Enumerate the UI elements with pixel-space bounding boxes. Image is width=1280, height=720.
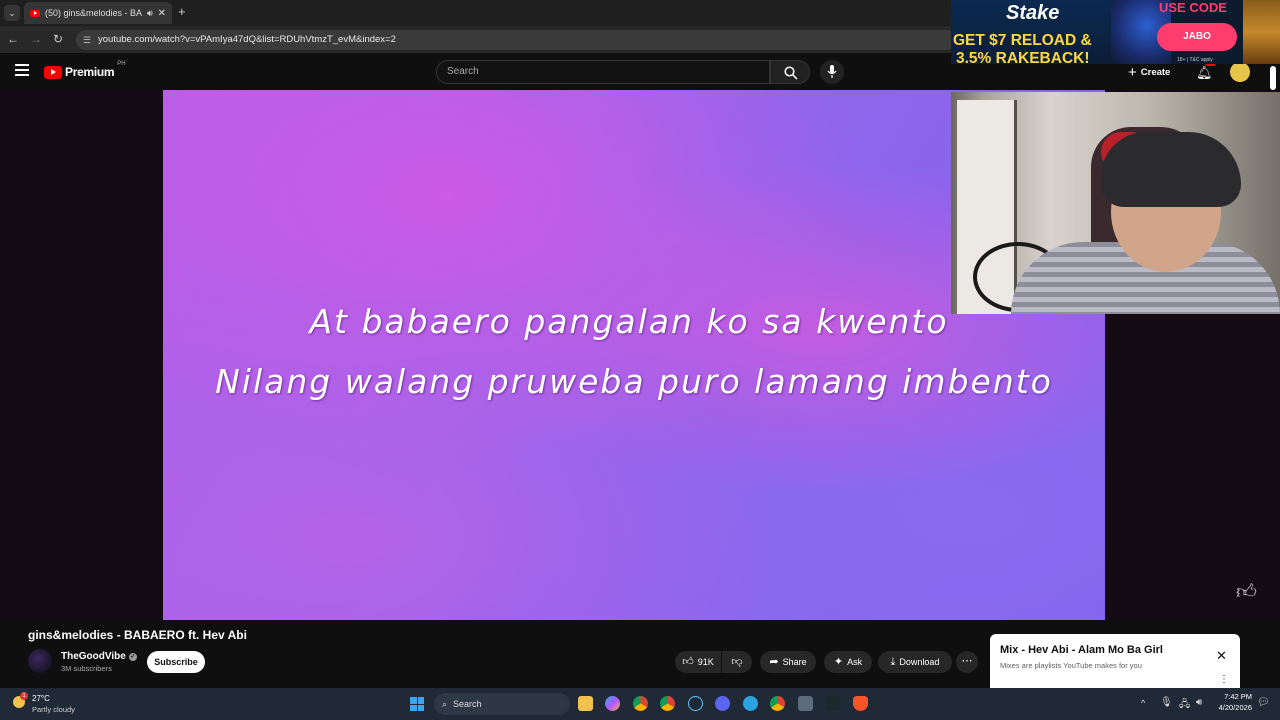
mix-subtitle: Mixes are playlists YouTube makes for yo… [1000, 661, 1142, 670]
search-input[interactable]: Search [436, 60, 770, 84]
forward-icon[interactable]: → [28, 31, 44, 47]
weather-desc: Partly cloudy [32, 705, 75, 714]
search-icon [784, 66, 798, 80]
plus-icon: + [1128, 63, 1137, 81]
lyric-line-2: Nilang walang pruweba puro lamang imbent… [215, 362, 1053, 401]
tray-volume-icon[interactable]: 🔊︎ [1196, 697, 1202, 708]
voice-search-button[interactable] [820, 60, 844, 84]
ad-use-code: USE CODE [1159, 0, 1227, 15]
create-label: Create [1140, 66, 1171, 78]
ad-brand: Stake [1006, 2, 1060, 24]
thumbs-down-icon: 👎︎ [731, 656, 743, 668]
chrome-icon[interactable] [633, 696, 648, 711]
create-button[interactable]: + Create [1128, 62, 1170, 82]
mix-more-icon[interactable]: ⋮ [1219, 674, 1229, 685]
site-info-icon[interactable]: ☰ [83, 30, 91, 50]
tray-network-icon[interactable]: 🖧︎ [1179, 697, 1190, 714]
channel-avatar[interactable] [28, 649, 52, 673]
share-button[interactable]: ➦ Share [760, 651, 816, 673]
ad-headline-1: GET $7 RELOAD & [953, 32, 1092, 49]
taskbar-search[interactable]: ⌕ Search [434, 693, 570, 715]
mix-title: Mix - Hev Abi - Alam Mo Ba Girl [1000, 644, 1163, 656]
tab-active[interactable]: (50) gins&melodies - BABAE 🔊︎ ✕ [24, 2, 172, 24]
ad-fine-print: 18+ | T&C apply [1177, 57, 1213, 63]
more-icon: ⋯ [961, 655, 973, 667]
sparkle-icon: ✦ [833, 656, 844, 668]
ad-chest-graphic [1243, 0, 1280, 64]
notifications-button[interactable]: 🔔︎ 9+ [1196, 60, 1216, 80]
youtube-play-icon [44, 65, 62, 79]
share-label: Share [782, 657, 807, 667]
region-label: PH [117, 61, 126, 67]
ad-code-button[interactable]: JABO [1157, 23, 1237, 51]
bell-icon: 🔔︎ [1196, 65, 1213, 80]
tray-date: 4/20/2026 [1218, 703, 1252, 712]
brave-icon[interactable] [853, 696, 868, 711]
tab-close-icon[interactable]: ✕ [158, 8, 166, 19]
subscriber-count: 3M subscribers [61, 664, 112, 673]
download-label: Download [899, 657, 940, 667]
stake-ad-banner[interactable]: Stake GET $7 RELOAD & 3.5% RAKEBACK! USE… [951, 0, 1280, 64]
download-icon: ⤓ [890, 656, 896, 668]
chrome-profile-icon[interactable] [660, 696, 675, 711]
cam-hair [1101, 132, 1241, 207]
menu-icon[interactable] [15, 64, 29, 76]
video-title: gins&melodies - BABAERO ft. Hev Abi [28, 628, 247, 642]
file-explorer-icon[interactable] [578, 696, 593, 711]
reload-icon[interactable]: ↻ [50, 31, 66, 47]
tray-mic-icon[interactable]: 🎙︎ [1160, 697, 1173, 708]
copilot-icon[interactable] [605, 696, 620, 711]
download-button[interactable]: ⤓ Download [878, 651, 952, 673]
microphone-icon [827, 65, 837, 78]
tray-chevron-icon[interactable]: ^ [1141, 698, 1145, 708]
mix-close-icon[interactable]: ✕ [1216, 648, 1227, 664]
weather-widget[interactable]: 1 27°C Partly cloudy [10, 692, 100, 716]
ad-headline-2: 3.5% RAKEBACK! [956, 50, 1090, 64]
taskbar-search-label: Search [453, 699, 482, 709]
tab-title: (50) gins&melodies - BABAE [45, 8, 142, 18]
share-icon: ➦ [769, 656, 779, 668]
logo-text: Premium [65, 65, 115, 79]
channel-name[interactable]: TheGoodVibe ✓ [61, 651, 137, 662]
youtube-favicon-icon [30, 9, 40, 17]
dislike-button[interactable]: 👎︎ [722, 651, 752, 673]
thumbs-up-overlay-icon: 👍︎ [1236, 581, 1257, 603]
mix-panel[interactable]: Mix - Hev Abi - Alam Mo Ba Girl Mixes ar… [990, 634, 1240, 688]
verified-icon: ✓ [128, 652, 137, 661]
tray-clock[interactable]: 7:42 PM 4/20/2026 [1212, 692, 1252, 712]
tab-search-icon[interactable]: ⌄ [4, 5, 20, 21]
url-field[interactable]: ☰ youtube.com/watch?v=vPAmIya47dQ&list=R… [76, 30, 956, 50]
ask-button[interactable]: ✦ Ask [824, 651, 872, 673]
steam-icon[interactable] [688, 696, 703, 711]
new-tab-button[interactable]: + [178, 4, 186, 19]
ask-label: Ask [847, 657, 863, 667]
channel-name-text: TheGoodVibe [61, 651, 126, 662]
like-button[interactable]: 👍︎ 91K [675, 651, 721, 673]
telegram-icon[interactable] [743, 696, 758, 711]
more-actions-button[interactable]: ⋯ [956, 651, 978, 673]
webcam-overlay [951, 92, 1280, 314]
weather-temp: 27°C [32, 694, 50, 703]
search-button[interactable] [770, 60, 810, 84]
windows-start-icon[interactable] [410, 697, 424, 711]
calculator-icon[interactable] [798, 696, 813, 711]
obs-icon[interactable] [825, 696, 840, 711]
subscribe-button[interactable]: Subscribe [147, 651, 205, 673]
url-text: youtube.com/watch?v=vPAmIya47dQ&list=RDU… [98, 34, 396, 45]
page-scrollbar[interactable] [1270, 66, 1276, 90]
like-count: 91K [697, 657, 714, 667]
tray-time: 7:42 PM [1224, 692, 1252, 701]
weather-badge: 1 [20, 692, 28, 700]
thumbs-up-icon: 👍︎ [682, 656, 694, 668]
discord-icon[interactable] [715, 696, 730, 711]
chrome-alt-icon[interactable] [770, 696, 785, 711]
taskbar-search-icon: ⌕ [442, 698, 448, 709]
notification-center-icon[interactable]: 💬︎ [1257, 697, 1270, 708]
youtube-logo[interactable]: Premium PH [44, 61, 126, 79]
speaker-icon[interactable]: 🔊︎ [147, 8, 153, 19]
back-icon[interactable]: ← [5, 31, 21, 47]
avatar[interactable] [1230, 62, 1250, 82]
